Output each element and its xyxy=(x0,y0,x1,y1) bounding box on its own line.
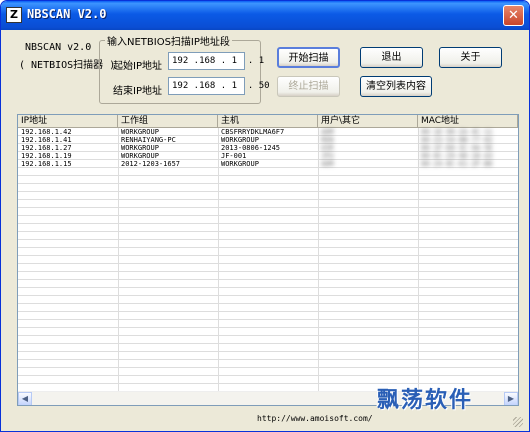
resize-grip-icon[interactable] xyxy=(513,417,523,427)
cell-host: WORKGROUP xyxy=(221,136,259,144)
cell-user: ADM xyxy=(321,160,334,168)
close-button[interactable]: ✕ xyxy=(503,5,524,26)
cell-workgroup: 2012-1203-1657 xyxy=(121,160,181,168)
scroll-left-icon[interactable]: ◀ xyxy=(18,392,32,405)
column-header-mac[interactable]: MAC地址 xyxy=(418,115,518,128)
watermark-logo: 飘荡软件 xyxy=(377,388,474,413)
cell-user: USR xyxy=(321,144,334,152)
column-header-ip[interactable]: IP地址 xyxy=(18,115,118,128)
cell-mac: 00-1E-90-2A-4C-11 xyxy=(421,128,493,136)
start-scan-button[interactable]: 开始扫描 xyxy=(277,47,340,68)
cell-ip: 192.168.1.19 xyxy=(21,152,72,160)
start-ip-label: 起始IP地址 xyxy=(113,61,162,72)
cell-host: JF-001 xyxy=(221,152,247,160)
cell-ip: 192.168.1.15 xyxy=(21,160,72,168)
cell-user: REN xyxy=(321,136,334,144)
column-header-workgroup[interactable]: 工作组 xyxy=(118,115,218,128)
website-link[interactable]: http://www.amoisoft.com/ xyxy=(257,414,373,423)
stop-scan-button[interactable]: 终止扫描 xyxy=(277,76,340,97)
main-window: Z NBSCAN V2.0 ✕ NBSCAN v2.0 ( NETBIOS扫描器… xyxy=(0,0,530,432)
list-header: IP地址 工作组 主机 用户\其它 MAC地址 xyxy=(18,115,518,128)
cell-workgroup: WORKGROUP xyxy=(121,128,159,136)
cell-workgroup: WORKGROUP xyxy=(121,152,159,160)
cell-workgroup: WORKGROUP xyxy=(121,144,159,152)
app-icon: Z xyxy=(6,7,22,23)
cell-mac: 00-23-54-8B-77-02 xyxy=(421,136,493,144)
cell-host: CBSFRRYDKLMA6F7 xyxy=(221,128,285,136)
cell-host: 2013-0806-1245 xyxy=(221,144,281,152)
table-row[interactable]: 192.168.1.19 WORKGROUP JF-001 JFU 00-0C-… xyxy=(18,152,518,160)
about-button[interactable]: 关于 xyxy=(439,47,502,68)
scan-results-list[interactable]: IP地址 工作组 主机 用户\其它 MAC地址 192.168.1.42 WOR… xyxy=(17,114,519,406)
scroll-right-icon[interactable]: ▶ xyxy=(504,392,518,405)
column-header-host[interactable]: 主机 xyxy=(218,115,318,128)
cell-workgroup: RENHAIYANG-PC xyxy=(121,136,176,144)
title-bar[interactable]: Z NBSCAN V2.0 ✕ xyxy=(1,1,529,30)
table-row[interactable]: 192.168.1.15 2012-1203-1657 WORKGROUP AD… xyxy=(18,160,518,168)
window-title: NBSCAN V2.0 xyxy=(27,7,107,21)
ip-range-group-title: 输入NETBIOS扫描IP地址段 xyxy=(105,33,232,48)
column-header-user[interactable]: 用户\其它 xyxy=(318,115,418,128)
cell-mac: 00-24-8C-61-2F-B0 xyxy=(421,160,493,168)
cell-ip: 192.168.1.27 xyxy=(21,144,72,152)
end-ip-input[interactable]: 192 .168 . 1 . 50 xyxy=(168,77,270,95)
table-row[interactable]: 192.168.1.42 WORKGROUP CBSFRRYDKLMA6F7 A… xyxy=(18,128,518,136)
app-name: NBSCAN v2.0 xyxy=(25,42,92,53)
cell-user: ADM xyxy=(321,128,334,136)
cell-ip: 192.168.1.41 xyxy=(21,136,72,144)
cell-ip: 192.168.1.42 xyxy=(21,128,72,136)
start-ip-input[interactable]: 192 .168 . 1 . 1 xyxy=(168,52,264,70)
client-area: NBSCAN v2.0 ( NETBIOS扫描器 ) 输入NETBIOS扫描IP… xyxy=(5,30,525,429)
exit-button[interactable]: 退出 xyxy=(360,47,423,68)
close-icon: ✕ xyxy=(508,8,519,23)
cell-mac: 00-0C-29-4D-18-A3 xyxy=(421,152,493,160)
clear-list-button[interactable]: 清空列表内容 xyxy=(360,76,432,97)
cell-mac: 00-1F-D0-3C-9A-5E xyxy=(421,144,493,152)
table-row[interactable]: 192.168.1.27 WORKGROUP 2013-0806-1245 US… xyxy=(18,144,518,152)
cell-host: WORKGROUP xyxy=(221,160,259,168)
table-row[interactable]: 192.168.1.41 RENHAIYANG-PC WORKGROUP REN… xyxy=(18,136,518,144)
end-ip-label: 结束IP地址 xyxy=(113,86,162,97)
cell-user: JFU xyxy=(321,152,334,160)
